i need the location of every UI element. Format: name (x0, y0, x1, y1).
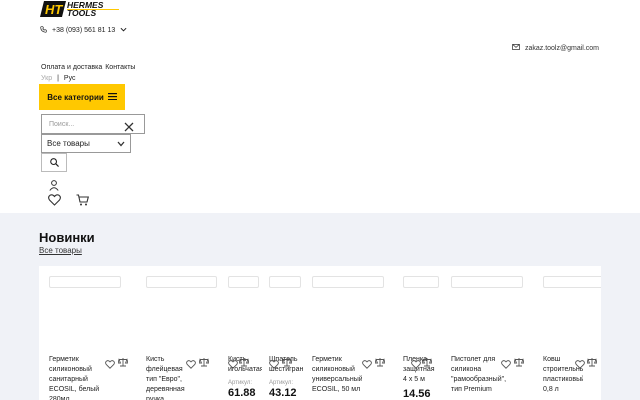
section-title: Новинки (39, 230, 95, 245)
scales-icon[interactable] (198, 354, 210, 372)
product-image (543, 276, 601, 288)
scales-icon[interactable] (421, 354, 433, 372)
mail-icon (512, 44, 520, 52)
chevron-down-icon (117, 140, 125, 149)
search-scope-value: Все товары (47, 139, 90, 148)
menu-icon (107, 92, 117, 102)
product-image (451, 276, 523, 288)
search-icon (49, 154, 59, 172)
product-name[interactable]: Кисть флейцевая тип "Евро", деревянная р… (146, 355, 190, 400)
product-price: 61.88 (228, 387, 256, 399)
phone-number: +38 (093) 561 81 13 (52, 27, 116, 34)
close-icon[interactable] (124, 119, 134, 132)
product-price: 43.12 (269, 387, 297, 399)
product-image (269, 276, 301, 288)
product-image (146, 276, 217, 288)
categories-button[interactable]: Все категории (39, 84, 125, 110)
categories-label: Все категории (47, 92, 104, 102)
product-sku-label: Артикул: (228, 380, 253, 386)
product-card[interactable]: Пленка защитная 4 х 5 м 14.56 (403, 266, 439, 400)
search-input[interactable] (49, 120, 121, 128)
email-address: zakaz.toolz@gmail.com (524, 44, 599, 52)
scales-icon[interactable] (586, 354, 598, 372)
products-carousel: Герметик силиконовый санитарный ECOSIL, … (39, 266, 601, 400)
chevron-down-icon (120, 27, 127, 34)
heart-icon[interactable] (48, 193, 61, 211)
scales-icon[interactable] (238, 354, 250, 372)
search-field (41, 114, 145, 134)
product-image (312, 276, 384, 288)
product-card[interactable]: Кисть флейцевая тип "Евро", деревянная р… (146, 266, 222, 400)
scales-icon[interactable] (281, 354, 293, 372)
heart-icon[interactable] (575, 356, 585, 374)
product-card[interactable]: Шпатель шестигранный Артикул: 43.12 (269, 266, 303, 400)
language-switcher: Укр | Рус (41, 75, 76, 82)
heart-icon[interactable] (362, 356, 372, 374)
product-card[interactable]: Ковш строительный пластиковый 0,8 л (543, 266, 601, 400)
lang-ua[interactable]: Укр (41, 75, 52, 82)
product-name[interactable]: Герметик силиконовый санитарный ECOSIL, … (49, 355, 103, 400)
nav-link-contacts[interactable]: Контакты (105, 64, 135, 71)
all-products-link[interactable]: Все товары (39, 246, 82, 255)
heart-icon[interactable] (269, 356, 279, 374)
product-price: 14.56 (403, 388, 431, 400)
product-card[interactable]: Герметик силиконовый санитарный ECOSIL, … (49, 266, 133, 400)
product-image (49, 276, 121, 288)
cart-icon[interactable] (76, 193, 90, 211)
heart-icon[interactable] (186, 356, 196, 374)
search-button[interactable] (41, 153, 67, 172)
product-image (403, 276, 439, 288)
logo[interactable]: HT HERMES TOOLS (40, 0, 126, 18)
scales-icon[interactable] (117, 354, 129, 372)
heart-icon[interactable] (228, 356, 238, 374)
heart-icon[interactable] (105, 356, 115, 374)
product-image (228, 276, 259, 288)
nav-link-payment[interactable]: Оплата и доставка (41, 64, 102, 71)
scales-icon[interactable] (513, 354, 525, 372)
phone-dropdown[interactable]: +38 (093) 561 81 13 (40, 26, 127, 35)
search-scope-select[interactable]: Все товары (41, 134, 131, 153)
product-card[interactable]: Герметик силиконовый универсальный ECOSI… (312, 266, 396, 400)
scales-icon[interactable] (374, 354, 386, 372)
logo-mark: HT (45, 2, 63, 17)
product-name[interactable]: Герметик силиконовый универсальный ECOSI… (312, 355, 362, 395)
product-card[interactable]: Кисть игольчатая Артикул: 61.88 (228, 266, 262, 400)
product-sku-label: Артикул: (269, 380, 294, 386)
lang-ru[interactable]: Рус (64, 75, 76, 82)
top-nav: Оплата и доставка Контакты (41, 64, 135, 71)
email-link[interactable]: zakaz.toolz@gmail.com (512, 44, 599, 52)
product-card[interactable]: Пистолет для силикона "рамообразный", ти… (451, 266, 535, 400)
phone-icon (40, 26, 47, 35)
lang-separator: | (57, 75, 59, 82)
heart-icon[interactable] (501, 356, 511, 374)
heart-icon[interactable] (411, 356, 421, 374)
